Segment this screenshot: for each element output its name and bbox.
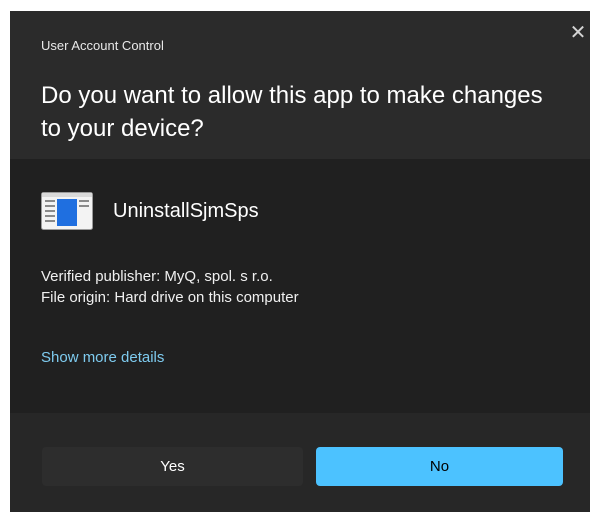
- yes-button[interactable]: Yes: [42, 447, 303, 486]
- application-window-icon-graphic: [41, 192, 93, 230]
- app-info: Verified publisher: MyQ, spol. s r.o. Fi…: [41, 266, 299, 308]
- application-window-icon: [41, 192, 93, 230]
- close-button[interactable]: ✕: [566, 19, 590, 47]
- uac-dialog: User Account Control ✕ Do you want to al…: [10, 11, 590, 512]
- dialog-body: UninstallSjmSps Verified publisher: MyQ,…: [10, 159, 590, 413]
- prompt-question: Do you want to allow this app to make ch…: [41, 82, 543, 142]
- dialog-title: User Account Control: [41, 38, 164, 53]
- dialog-footer: Yes No: [10, 413, 590, 512]
- verified-publisher: Verified publisher: MyQ, spol. s r.o.: [41, 268, 273, 285]
- close-icon: ✕: [569, 22, 587, 44]
- no-button[interactable]: No: [316, 447, 563, 486]
- app-name: UninstallSjmSps: [113, 199, 259, 222]
- app-row: UninstallSjmSps: [41, 191, 259, 231]
- file-origin: File origin: Hard drive on this computer: [41, 289, 299, 306]
- show-more-details-link[interactable]: Show more details: [41, 349, 164, 366]
- dialog-header: User Account Control ✕ Do you want to al…: [10, 11, 590, 159]
